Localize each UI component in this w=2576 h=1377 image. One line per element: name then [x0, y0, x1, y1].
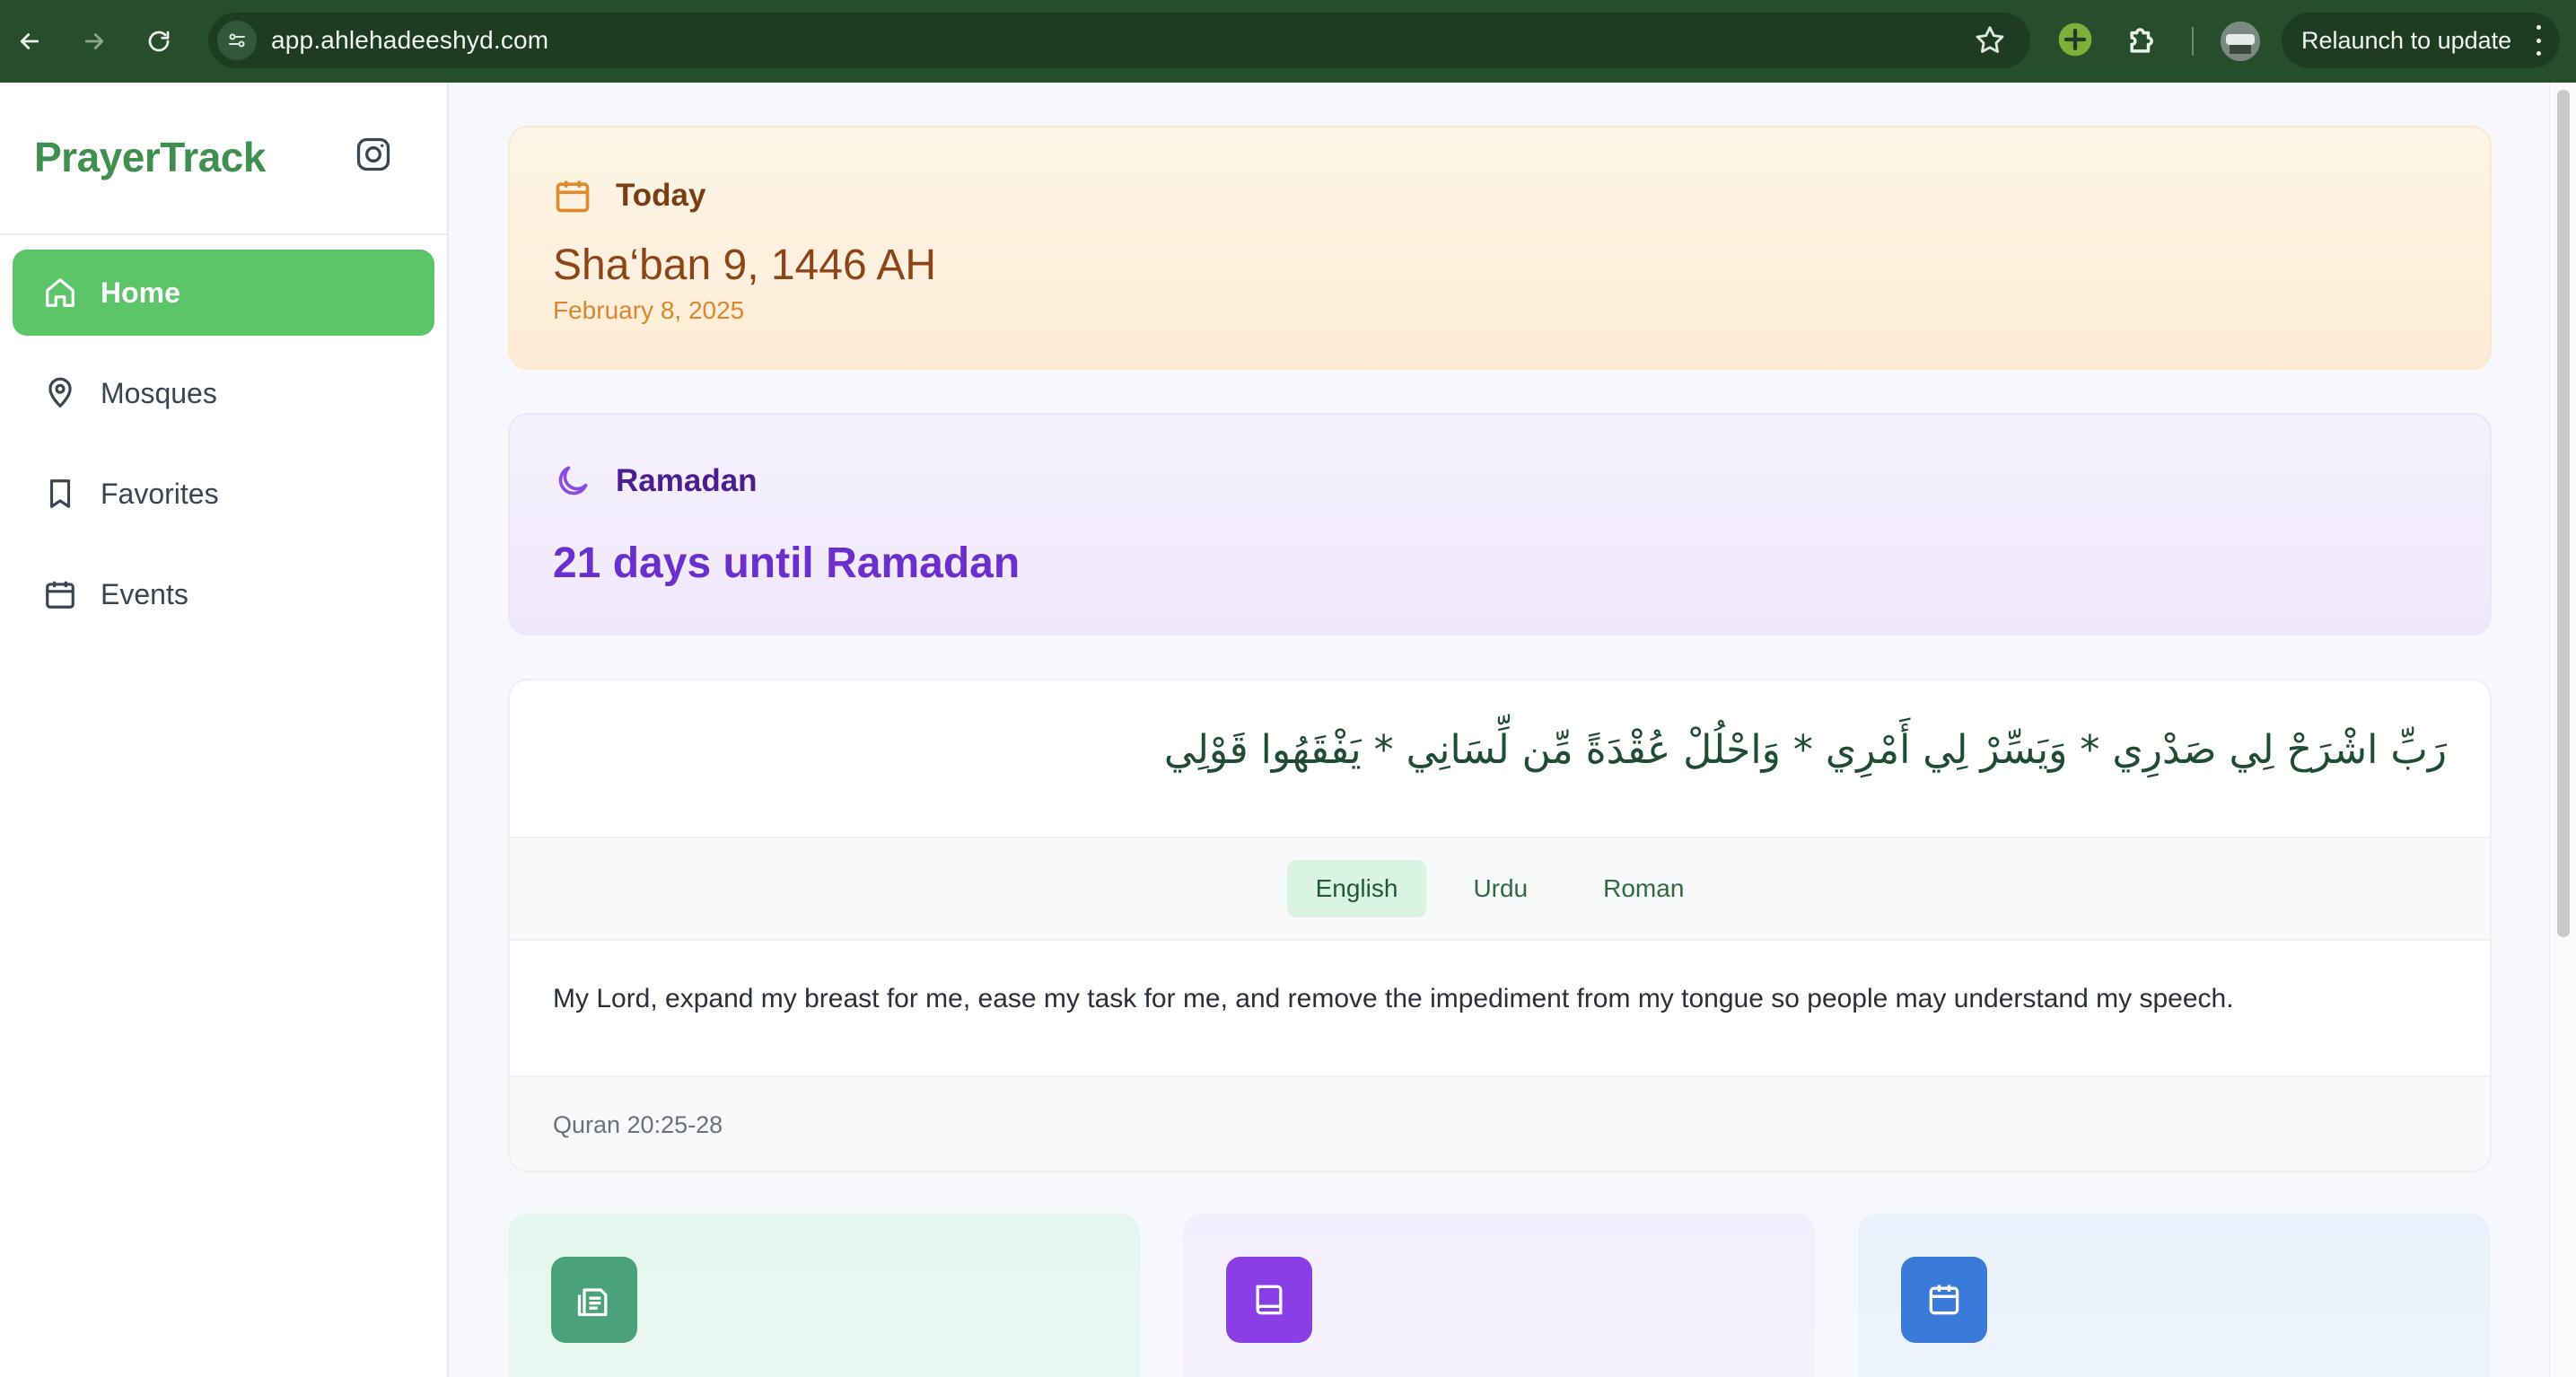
instagram-icon[interactable] [354, 135, 393, 174]
calendar-icon [556, 180, 590, 213]
today-title: Today [616, 178, 706, 213]
scrollbar-thumb[interactable] [2557, 90, 2570, 937]
browser-toolbar: app.ahlehadeeshyd.com Relaunch to update [0, 0, 2576, 83]
ramadan-header: Ramadan [553, 461, 758, 501]
feature-tile-calendar[interactable] [1858, 1214, 2490, 1377]
book-icon [1226, 1257, 1312, 1343]
dua-reference: Quran 20:25-28 [553, 1111, 723, 1138]
hijri-date: Sha‘ban 9, 1446 AH [553, 241, 937, 289]
toolbar-divider [2192, 27, 2194, 56]
dua-reference-bar: Quran 20:25-28 [510, 1075, 2490, 1171]
sidebar: PrayerTrack Home Mosques Favorites Event… [0, 83, 449, 1377]
brand-logo[interactable]: PrayerTrack [34, 133, 266, 181]
bookmark-icon [49, 479, 71, 508]
tab-roman[interactable]: Roman [1574, 860, 1713, 917]
sidebar-item-favorites[interactable]: Favorites [13, 451, 434, 537]
extensions-puzzle-icon[interactable] [2124, 20, 2163, 59]
address-bar[interactable]: app.ahlehadeeshyd.com [208, 13, 2030, 68]
back-icon[interactable] [5, 17, 54, 66]
more-menu-icon[interactable] [2533, 25, 2544, 56]
calendar-icon [1901, 1257, 1987, 1343]
sidebar-item-home[interactable]: Home [13, 250, 434, 336]
sidebar-item-label: Home [101, 276, 180, 309]
sidebar-header: PrayerTrack [0, 83, 447, 235]
tab-english[interactable]: English [1286, 860, 1427, 917]
relaunch-label: Relaunch to update [2301, 26, 2512, 54]
feature-tile-documents[interactable] [508, 1214, 1140, 1377]
map-pin-icon [48, 377, 72, 408]
sidebar-item-events[interactable]: Events [13, 551, 434, 637]
dua-arabic-text: رَبِّ اشْرَحْ لِي صَدْرِي * وَيَسِّرْ لِ… [1163, 727, 2447, 773]
sidebar-nav: Home Mosques Favorites Events [0, 235, 447, 666]
main-content: Today Sha‘ban 9, 1446 AH February 8, 202… [451, 83, 2549, 1377]
relaunch-button[interactable]: Relaunch to update [2282, 13, 2560, 68]
translation-tabs: English Urdu Roman [510, 837, 2490, 941]
profile-avatar[interactable] [2221, 22, 2260, 61]
ramadan-title: Ramadan [616, 463, 758, 498]
home-icon [46, 278, 74, 307]
today-card: Today Sha‘ban 9, 1446 AH February 8, 202… [508, 126, 2492, 370]
forward-icon[interactable] [70, 17, 118, 66]
dua-translation: My Lord, expand my breast for me, ease m… [553, 984, 2234, 1013]
sidebar-item-mosques[interactable]: Mosques [13, 350, 434, 436]
sidebar-item-label: Mosques [101, 376, 217, 409]
site-settings-icon[interactable] [217, 21, 257, 60]
ramadan-card: Ramadan 21 days until Ramadan [508, 413, 2492, 636]
url-text[interactable]: app.ahlehadeeshyd.com [271, 26, 548, 55]
document-icon [551, 1257, 637, 1343]
tab-urdu[interactable]: Urdu [1444, 860, 1556, 917]
gregorian-date: February 8, 2025 [553, 296, 745, 324]
dua-card: رَبِّ اشْرَحْ لِي صَدْرِي * وَيَسِّرْ لِ… [508, 679, 2492, 1172]
feature-tile-book[interactable] [1183, 1214, 1815, 1377]
calendar-icon [46, 581, 74, 609]
sidebar-item-label: Events [101, 577, 188, 610]
bookmark-star-icon[interactable] [1973, 23, 2007, 57]
extension-plus-icon[interactable] [2057, 22, 2093, 57]
ramadan-countdown: 21 days until Ramadan [553, 539, 1021, 587]
sidebar-item-label: Favorites [101, 477, 219, 510]
moon-icon [558, 466, 588, 496]
page-scrollbar[interactable] [2549, 83, 2576, 1377]
reload-icon[interactable] [135, 17, 183, 66]
today-header: Today [553, 176, 705, 215]
